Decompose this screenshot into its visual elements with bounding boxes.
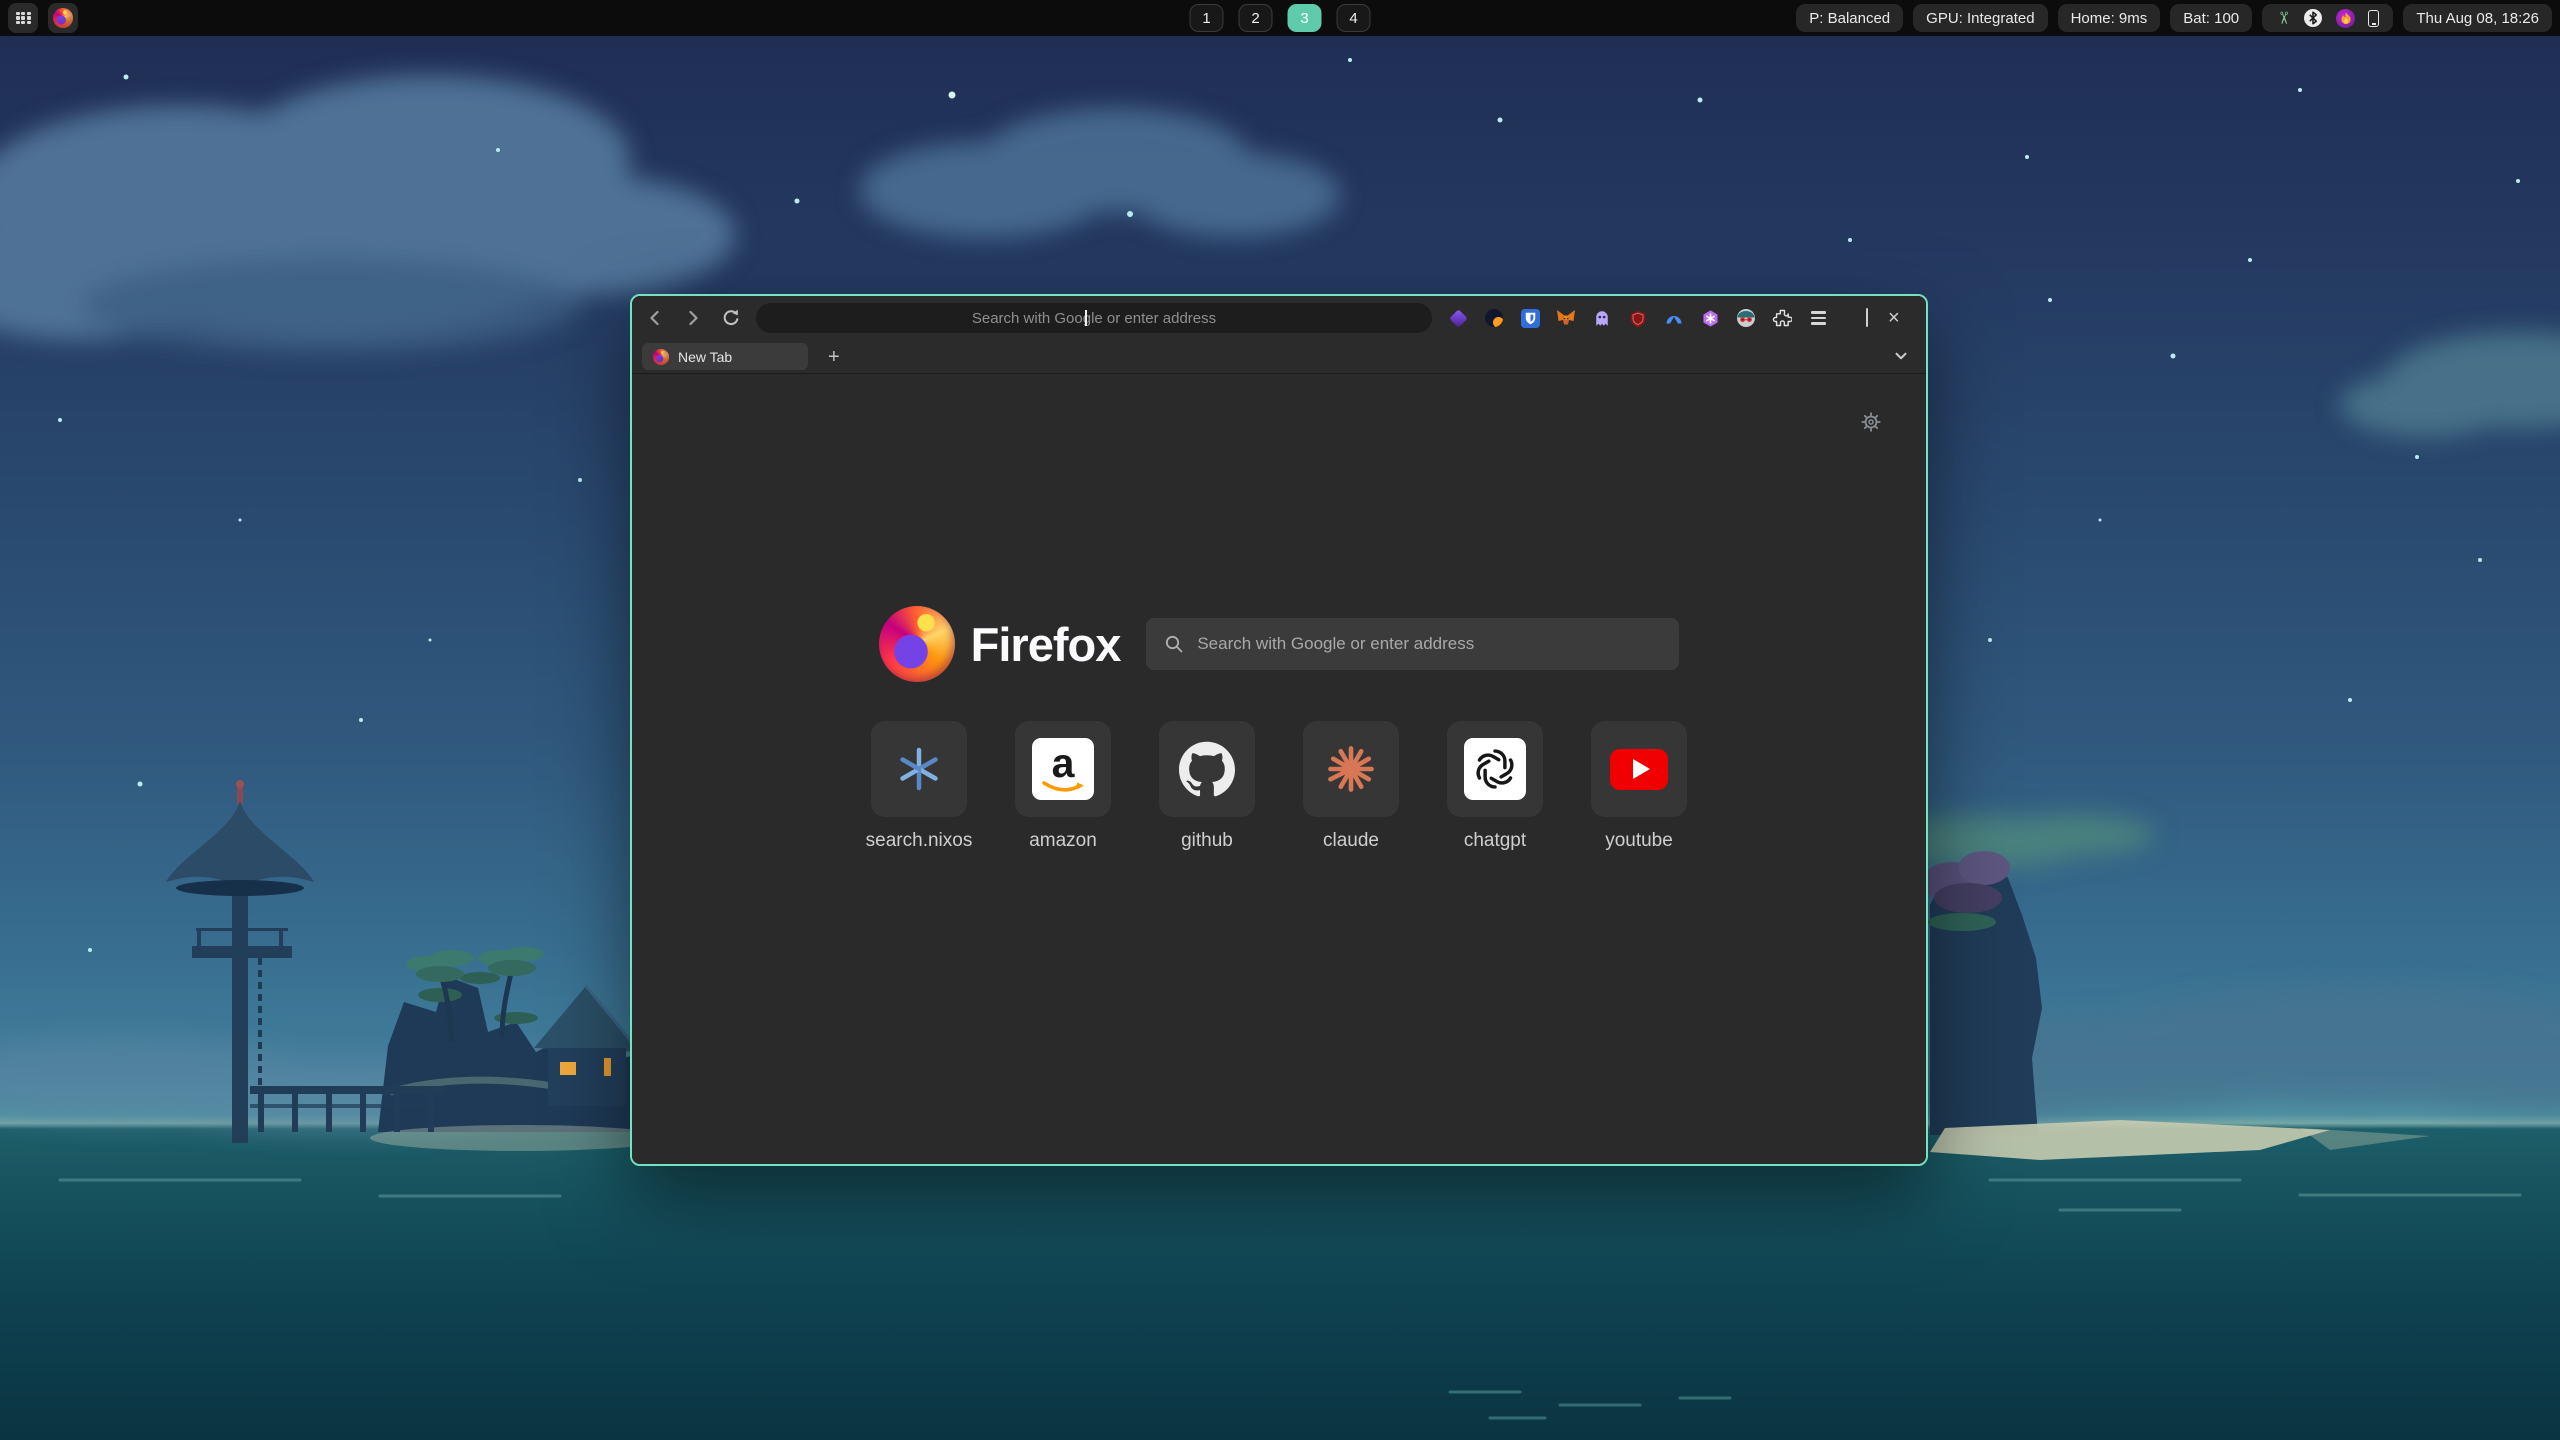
gpu-pill[interactable]: GPU: Integrated [1913, 4, 2047, 32]
workspace-switcher: 1 2 3 4 [1190, 4, 1371, 32]
back-icon [645, 308, 665, 328]
apps-grid-icon [16, 12, 31, 25]
nixos-snowflake-icon [894, 744, 944, 794]
forward-button[interactable] [678, 303, 708, 333]
extension-metamask-icon[interactable] [1556, 308, 1576, 328]
gpu-label: GPU: Integrated [1926, 10, 2034, 27]
youtube-play-icon [1610, 749, 1668, 790]
workspace-1-label: 1 [1202, 10, 1210, 27]
shortcut-label: chatgpt [1464, 830, 1526, 852]
bluetooth-icon[interactable] [2303, 8, 2323, 28]
shortcut-label: search.nixos [866, 830, 973, 852]
workspace-4[interactable]: 4 [1337, 4, 1371, 32]
lit-window [560, 1062, 576, 1075]
maximize-icon [1866, 308, 1868, 327]
new-tab-button[interactable]: + [824, 347, 844, 367]
scissors-tray-icon[interactable]: ✂ [2273, 11, 2293, 25]
shortcut-label: claude [1323, 830, 1379, 852]
extension-dark-reader-icon[interactable] [1484, 308, 1504, 328]
puzzle-icon [1772, 308, 1792, 328]
reload-button[interactable] [716, 303, 746, 333]
workspace-1[interactable]: 1 [1190, 4, 1224, 32]
status-bar: 1 2 3 4 P: Balanced GPU: Integrated Home… [0, 0, 2560, 36]
left-island [370, 947, 670, 1151]
shortcut-amazon[interactable]: a amazon [1015, 721, 1111, 852]
firefox-icon [53, 8, 73, 28]
shortcut-chatgpt[interactable]: chatgpt [1447, 721, 1543, 852]
water-highlights [60, 1180, 2520, 1418]
extensions-row [1448, 308, 1828, 328]
gear-icon [1860, 411, 1882, 433]
tab-new-tab[interactable]: New Tab [642, 343, 808, 370]
power-profile-pill[interactable]: P: Balanced [1796, 4, 1903, 32]
list-all-tabs-button[interactable] [1892, 347, 1910, 370]
extension-hex-asterisk-icon[interactable] [1700, 308, 1720, 328]
amazon-icon: a [1032, 738, 1094, 800]
workspace-2[interactable]: 2 [1239, 4, 1273, 32]
ping-label: Home: 9ms [2071, 10, 2148, 27]
reload-icon [721, 308, 741, 328]
menu-button[interactable] [1808, 308, 1828, 328]
battery-label: Bat: 100 [2183, 10, 2239, 27]
power-profile-label: P: Balanced [1809, 10, 1890, 27]
extension-nordvpn-icon[interactable] [1664, 308, 1684, 328]
clock-pill[interactable]: Thu Aug 08, 18:26 [2403, 4, 2552, 32]
github-octocat-icon [1179, 741, 1235, 797]
shortcuts-row: search.nixos a amazon github [632, 721, 1926, 852]
extension-ghostery-icon[interactable] [1592, 308, 1612, 328]
personalize-button[interactable] [1860, 411, 1882, 438]
chevron-down-icon [1892, 347, 1910, 365]
battery-pill[interactable]: Bat: 100 [2170, 4, 2252, 32]
firefox-wordmark: Firefox [971, 617, 1121, 672]
shortcut-youtube[interactable]: youtube [1591, 721, 1687, 852]
firefox-logo [879, 606, 955, 682]
shortcut-search-nixos[interactable]: search.nixos [871, 721, 967, 852]
browser-toolbar: Search with Google or enter address [632, 296, 1926, 340]
new-tab-page: Firefox [632, 375, 1926, 1164]
newtab-hero: Firefox [632, 606, 1926, 682]
firefox-launcher-button[interactable] [48, 3, 78, 33]
workspace-3-active[interactable]: 3 [1288, 4, 1322, 32]
apps-launcher-button[interactable] [8, 3, 38, 33]
firefox-tab-icon [653, 349, 669, 365]
phone-tray-icon[interactable] [2368, 10, 2379, 27]
workspace-2-label: 2 [1251, 10, 1259, 27]
shortcut-claude[interactable]: claude [1303, 721, 1399, 852]
newtab-search-bar[interactable] [1146, 618, 1679, 670]
url-bar-placeholder: Search with Google or enter address [756, 303, 1432, 333]
close-button[interactable]: × [1888, 308, 1900, 328]
shortcut-label: amazon [1029, 830, 1097, 852]
newtab-search-input[interactable] [1197, 634, 1661, 654]
clock-label: Thu Aug 08, 18:26 [2416, 10, 2539, 27]
shortcut-label: github [1181, 830, 1233, 852]
firefox-window: Search with Google or enter address [630, 294, 1928, 1166]
extension-purple-gem-icon[interactable] [1448, 308, 1468, 328]
ping-pill[interactable]: Home: 9ms [2058, 4, 2161, 32]
maximize-button[interactable] [1866, 309, 1868, 327]
back-button[interactable] [640, 303, 670, 333]
extension-ublock-origin-icon[interactable] [1628, 308, 1648, 328]
extensions-puzzle-button[interactable] [1772, 308, 1792, 328]
shortcut-github[interactable]: github [1159, 721, 1255, 852]
claude-starburst-icon [1324, 742, 1378, 796]
workspace-3-label: 3 [1300, 10, 1308, 27]
system-tray: ✂ [2262, 4, 2393, 32]
flame-tray-icon[interactable] [2336, 9, 2355, 28]
window-controls: × [1846, 308, 1900, 328]
tab-bar: New Tab + [632, 340, 1926, 374]
tab-title: New Tab [678, 349, 732, 365]
extension-bitwarden-icon[interactable] [1520, 308, 1540, 328]
shortcut-label: youtube [1605, 830, 1673, 852]
extension-spy-face-icon[interactable] [1736, 308, 1756, 328]
workspace-4-label: 4 [1349, 10, 1357, 27]
search-icon [1164, 634, 1184, 654]
forward-icon [683, 308, 703, 328]
openai-knot-icon [1464, 738, 1526, 800]
text-caret [1085, 310, 1087, 326]
url-bar[interactable]: Search with Google or enter address [756, 303, 1432, 333]
